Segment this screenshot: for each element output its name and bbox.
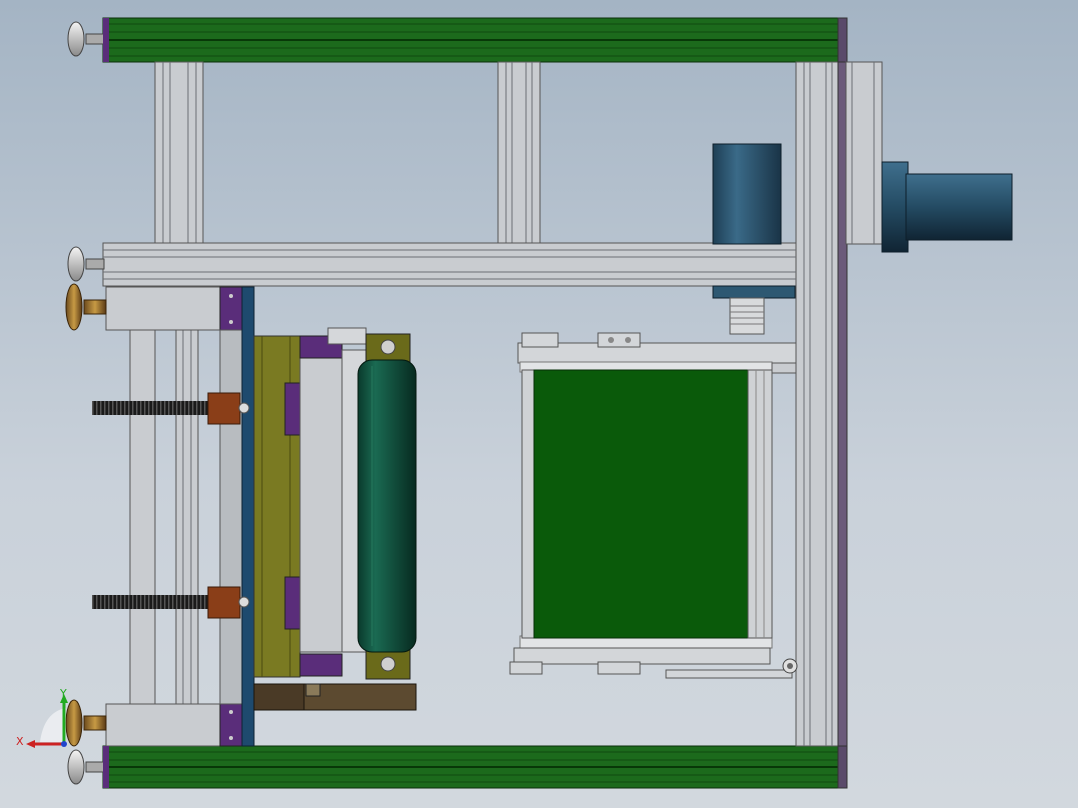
side-plate[interactable]: [219, 329, 243, 705]
mounting-plate[interactable]: [241, 286, 255, 747]
leveling-foot-bottom[interactable]: [67, 749, 105, 785]
rail-endcap: [103, 746, 109, 788]
conveyor-belt[interactable]: [521, 369, 773, 639]
roller-bracket-bottom[interactable]: [365, 648, 411, 680]
cylinder-body-bottom[interactable]: [105, 703, 243, 747]
leveling-foot-top[interactable]: [67, 21, 105, 57]
conveyor-side-bracket[interactable]: [771, 362, 797, 374]
cad-viewport[interactable]: X Y: [0, 0, 1078, 808]
upper-post-middle[interactable]: [497, 61, 541, 245]
rail-endcap: [103, 18, 109, 62]
press-plate[interactable]: [253, 335, 304, 678]
right-column[interactable]: [795, 61, 848, 747]
bottom-rail[interactable]: [102, 745, 848, 789]
z-axis-dot: [61, 741, 67, 747]
base-block[interactable]: [253, 683, 417, 711]
triad-plane: [40, 708, 66, 742]
middle-beam[interactable]: [102, 242, 797, 287]
conveyor-bottom-frame[interactable]: [509, 647, 798, 679]
x-axis-label: X: [16, 735, 24, 748]
top-rail[interactable]: [102, 17, 848, 63]
view-triad[interactable]: X Y: [16, 687, 68, 748]
brass-foot-top[interactable]: [65, 283, 107, 331]
left-lower-post[interactable]: [129, 329, 199, 705]
motor-mount-bracket[interactable]: [845, 61, 883, 245]
shaft-coupling[interactable]: [729, 297, 765, 335]
cylinder-body-top[interactable]: [105, 286, 243, 331]
brass-foot-bottom[interactable]: [65, 699, 107, 747]
leveling-foot-middle[interactable]: [67, 246, 105, 282]
assembly-drawing: X Y: [16, 17, 1013, 789]
y-axis-label: Y: [59, 687, 67, 700]
drive-motor[interactable]: [881, 161, 1013, 253]
x-axis-head: [26, 740, 35, 748]
conveyor-top-frame[interactable]: [517, 332, 797, 364]
pressure-roller[interactable]: [357, 359, 417, 653]
upper-post-left[interactable]: [154, 61, 204, 245]
